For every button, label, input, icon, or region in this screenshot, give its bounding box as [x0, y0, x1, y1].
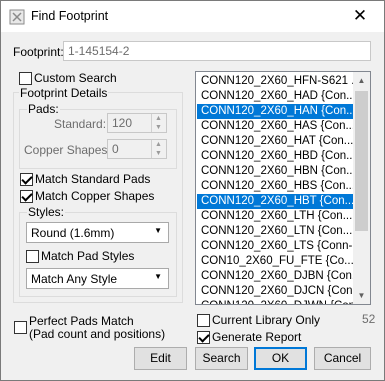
list-item[interactable]: CONN120_2X60_HBN {Con...: [197, 164, 354, 179]
list-item[interactable]: CONN120_2X60_HAN {Con...: [197, 104, 354, 119]
copper-shapes-label: Copper Shapes:: [24, 143, 111, 157]
close-button[interactable]: ✕: [338, 1, 382, 31]
list-item[interactable]: CONN120_2X60_DJBN {Con...: [197, 269, 354, 284]
result-count: 52: [362, 312, 376, 326]
standard-pads-value: 120: [112, 116, 133, 130]
generate-report-label: Generate Report: [212, 330, 302, 344]
list-item[interactable]: CONN120_2X60_HAD {Con...: [197, 89, 354, 104]
footprint-field[interactable]: 1-145154-2: [63, 41, 371, 61]
perfect-pads-label-line2: (Pad count and positions): [29, 327, 166, 341]
custom-search-checkbox[interactable]: [19, 72, 32, 85]
list-item[interactable]: CONN120_2X60_DJCN {Con...: [197, 284, 354, 299]
scroll-down-icon[interactable]: ▼: [353, 287, 370, 304]
search-button[interactable]: Search: [195, 347, 248, 370]
list-item[interactable]: CONN120_2X60_LTN {Con...: [197, 224, 354, 239]
window-title: Find Footprint: [31, 9, 109, 23]
scroll-up-icon[interactable]: ▲: [353, 72, 370, 89]
edit-button[interactable]: Edit: [134, 347, 187, 370]
match-copper-shapes-checkbox[interactable]: [20, 190, 33, 203]
styles-label: Styles:: [27, 205, 66, 219]
close-icon: ✕: [352, 6, 368, 25]
find-footprint-dialog: Find Footprint ✕ Footprint: 1-145154-2 C…: [0, 0, 385, 381]
list-item[interactable]: CONN120_2X60_DJWN {Con...: [197, 299, 354, 304]
list-item[interactable]: CONN120_2X60_HBS {Con...: [197, 179, 354, 194]
footprint-details-label: Footprint Details: [19, 86, 109, 100]
list-item[interactable]: CONN120_2X60_LTH {Con...: [197, 209, 354, 224]
list-scrollbar[interactable]: ▲ ▼: [353, 72, 370, 304]
match-pad-styles-label: Match Pad Styles: [41, 249, 135, 263]
scrollbar-thumb[interactable]: [355, 91, 368, 231]
cancel-button[interactable]: Cancel: [314, 347, 371, 370]
current-library-only-checkbox[interactable]: [197, 314, 210, 327]
list-item[interactable]: CONN120_2X60_HBD {Con...: [197, 149, 354, 164]
app-icon: [9, 9, 25, 28]
standard-pads-spinner[interactable]: 120 ▲ ▼: [107, 113, 167, 133]
chevron-down-icon: ▼: [154, 272, 162, 281]
standard-label: Standard:: [54, 117, 107, 131]
match-standard-pads-label: Match Standard Pads: [35, 172, 151, 186]
list-item[interactable]: CONN120_2X60_HAS {Con...: [197, 119, 354, 134]
spin-down-icon[interactable]: ▼: [155, 149, 162, 158]
match-pad-styles-checkbox[interactable]: [26, 250, 39, 263]
match-mode-value: Match Any Style: [31, 272, 118, 286]
spin-down-icon[interactable]: ▼: [155, 123, 162, 132]
list-item[interactable]: CON10_2X60_FU_FTE {Co...: [197, 254, 354, 269]
list-item[interactable]: CONN120_2X60_HBT {Con...: [197, 194, 354, 209]
footprint-results-list[interactable]: CONN120_2X60_HFN-S621 ... CONN120_2X60_HA…: [195, 71, 371, 305]
generate-report-checkbox[interactable]: [197, 331, 210, 344]
footprint-label: Footprint:: [13, 45, 64, 59]
pad-style-value: Round (1.6mm): [31, 226, 115, 240]
match-copper-shapes-label: Match Copper Shapes: [35, 189, 155, 203]
list-item[interactable]: CONN120_2X60_HAT {Con...: [197, 134, 354, 149]
list-item[interactable]: CONN120_2X60_HFN-S621 ...: [197, 74, 354, 89]
copper-shapes-value: 0: [112, 142, 119, 156]
ok-button[interactable]: OK: [254, 347, 307, 370]
pad-style-dropdown[interactable]: Round (1.6mm) ▼: [26, 222, 169, 243]
title-bar[interactable]: Find Footprint ✕: [1, 1, 384, 32]
match-standard-pads-checkbox[interactable]: [20, 173, 33, 186]
match-mode-dropdown[interactable]: Match Any Style ▼: [26, 268, 169, 289]
perfect-pads-label-line1: Perfect Pads Match: [29, 314, 134, 328]
spin-up-icon[interactable]: ▲: [155, 114, 162, 123]
current-library-only-label: Current Library Only: [212, 313, 321, 327]
perfect-pads-checkbox[interactable]: [14, 321, 27, 334]
custom-search-label: Custom Search: [34, 71, 117, 85]
chevron-down-icon: ▼: [154, 226, 162, 235]
copper-shapes-spinner[interactable]: 0 ▲ ▼: [107, 139, 167, 159]
list-item[interactable]: CONN120_2X60_LTS {Conn-...: [197, 239, 354, 254]
spin-up-icon[interactable]: ▲: [155, 140, 162, 149]
footprint-value: 1-145154-2: [68, 44, 130, 58]
pads-label: Pads:: [27, 102, 60, 116]
